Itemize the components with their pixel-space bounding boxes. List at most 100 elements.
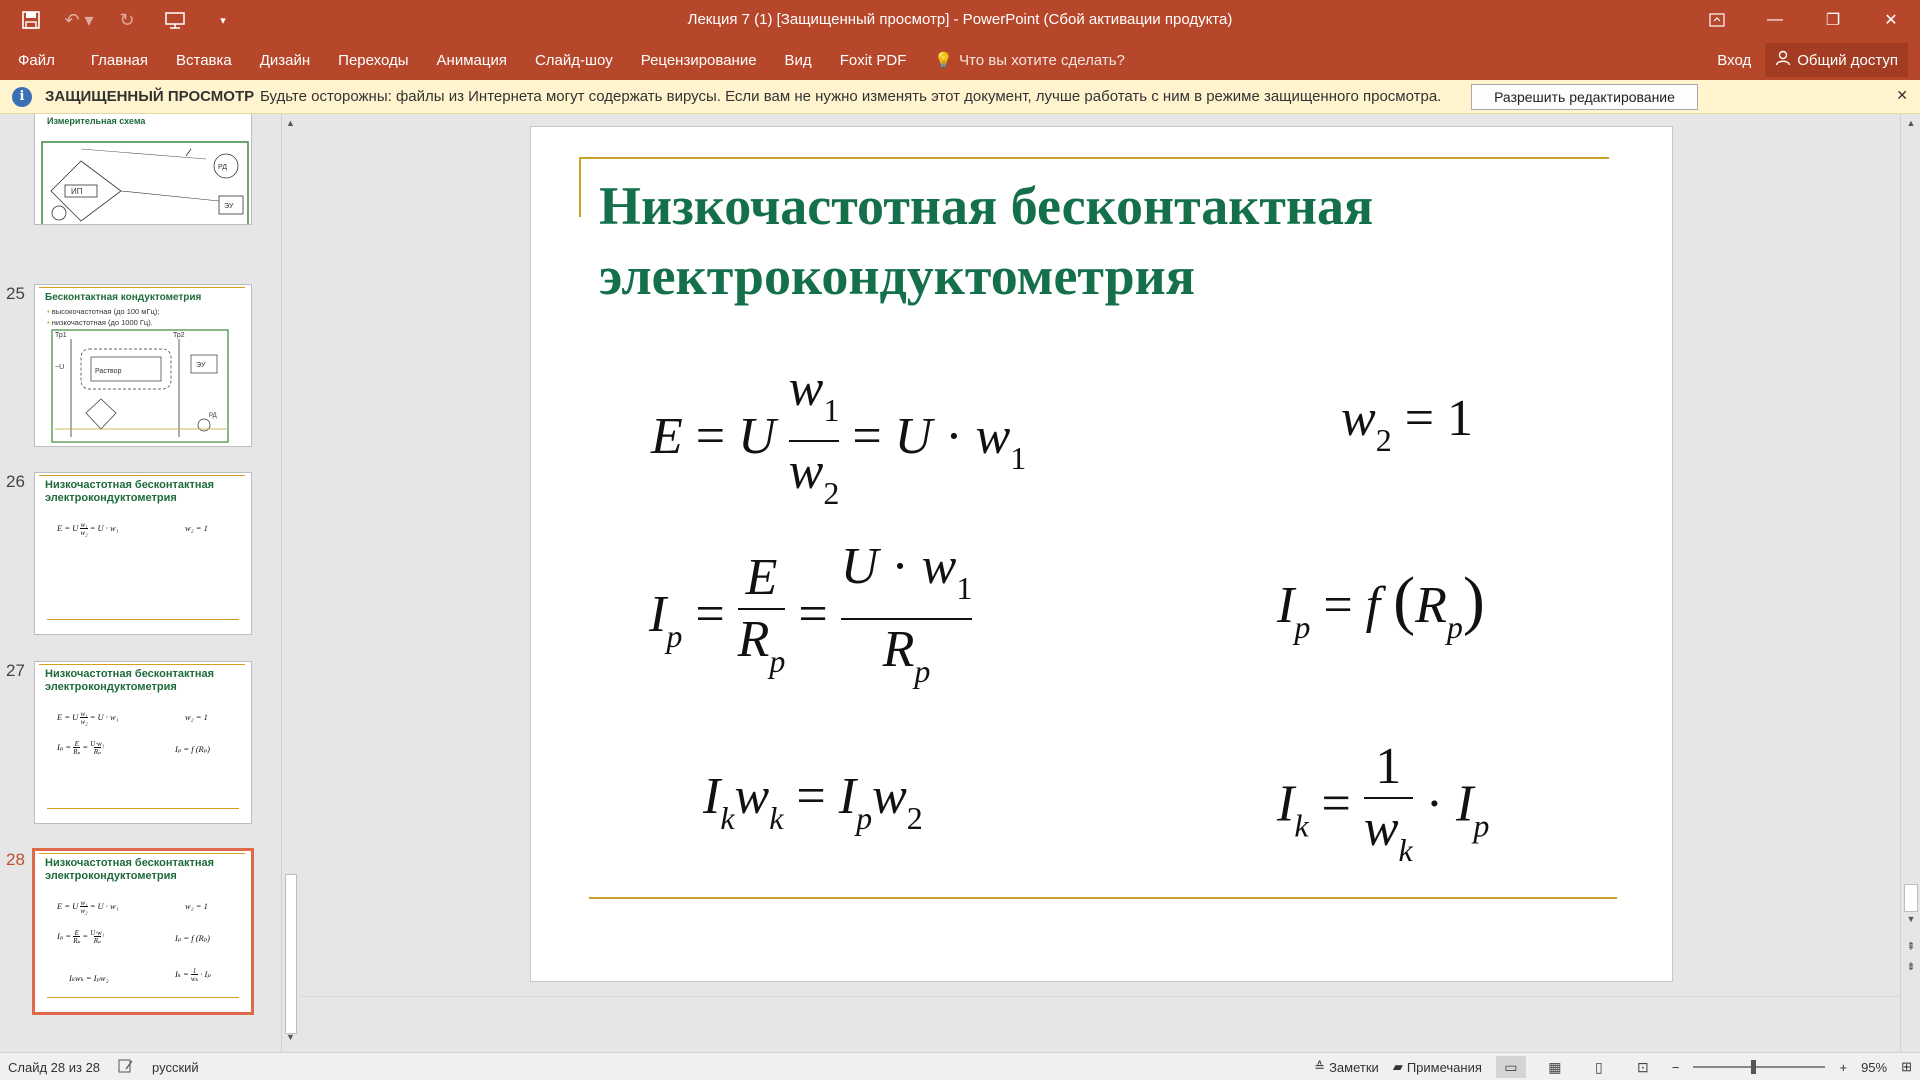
scroll-up-icon[interactable]: ▲	[284, 118, 297, 132]
slide-thumbnail-pane: Измерительная схема ИП РД ЭУ 25 Бесконта…	[0, 114, 280, 1052]
svg-text:ЭУ: ЭУ	[196, 362, 206, 369]
tab-foxit-pdf[interactable]: Foxit PDF	[826, 52, 921, 69]
formula-balance: Ikwk = Ipw2	[703, 768, 923, 836]
share-label: Общий доступ	[1797, 51, 1898, 69]
ribbon-display-options-icon[interactable]	[1688, 0, 1746, 40]
tell-me-box[interactable]: 💡 Что вы хотите сделать?	[920, 51, 1125, 70]
enable-editing-button[interactable]: Разрешить редактирование	[1471, 84, 1698, 110]
slide-title: Низкочастотная бесконтактная электроконд…	[599, 171, 1373, 311]
svg-text:Тр1: Тр1	[55, 332, 67, 339]
status-bar: Слайд 28 из 28 русский ≙ Заметки ▰ Приме…	[0, 1052, 1920, 1080]
thumbnail-scrollbar[interactable]: ▲ ▼	[281, 114, 298, 1052]
circuit-diagram-thumbnail: ИП РД ЭУ	[41, 141, 249, 224]
slide-number: 27	[6, 661, 25, 680]
minimize-icon[interactable]: —	[1746, 0, 1804, 40]
slide-number: 26	[6, 472, 25, 491]
thumbnail-slide[interactable]: Бесконтактная кондуктометрия высокочасто…	[34, 284, 252, 447]
comment-icon: ▰	[1392, 1059, 1403, 1074]
thumbnail-title: Бесконтактная кондуктометрия	[45, 292, 202, 303]
notes-label: Заметки	[1329, 1059, 1379, 1075]
title-bar: ↶ ▾ ↻ ▾ Лекция 7 (1) [Защищенный просмот…	[0, 0, 1920, 40]
scroll-up-icon[interactable]: ▲	[1904, 118, 1918, 128]
svg-text:ЭУ: ЭУ	[224, 203, 234, 210]
tab-view[interactable]: Вид	[771, 52, 826, 69]
thumbnail-slide[interactable]: Низкочастотная бесконтактная электроконд…	[34, 661, 252, 824]
tab-design[interactable]: Дизайн	[246, 52, 324, 69]
normal-view-icon[interactable]: ▭	[1495, 1056, 1526, 1078]
tab-home[interactable]: Главная	[77, 52, 162, 69]
thumbnail-slide[interactable]: Низкочастотная бесконтактная электроконд…	[34, 472, 252, 635]
svg-text:Тр2: Тр2	[173, 332, 185, 339]
thumbnail-formula: E = U w₁ w₂ = U · w₁	[57, 521, 119, 537]
lightbulb-icon: 💡	[934, 52, 954, 69]
language-indicator[interactable]: русский	[152, 1060, 199, 1075]
thumbnail-formula: Iₖwₖ = Iₚw₂	[69, 973, 109, 983]
scroll-down-icon[interactable]: ▼	[284, 1032, 297, 1046]
thumbnail-formula: E = U w₁ w₂ = U · w₁	[57, 899, 119, 915]
thumbnail-title: Измерительная схема	[47, 116, 146, 126]
sign-in-link[interactable]: Вход	[1717, 52, 1751, 69]
thumbnail-formula: Iₚ = f (Rₚ)	[175, 744, 210, 754]
svg-text:Раствор: Раствор	[95, 368, 122, 375]
close-icon[interactable]: ✕	[1862, 0, 1920, 40]
thumbnail-formula: E = U w₁ w₂ = U · w₁	[57, 710, 119, 726]
zoom-in-icon[interactable]: +	[1839, 1060, 1847, 1075]
thumbnail-title: Низкочастотная бесконтактная электроконд…	[45, 668, 215, 693]
svg-text:~U: ~U	[55, 364, 64, 371]
thumbnail-formula: w₂ = 1	[185, 523, 208, 533]
thumbnail-bullet: высокочастотная (до 100 мГц);	[47, 307, 160, 316]
svg-text:РД: РД	[218, 164, 227, 171]
formula-emf: E = U w1 w2 = U · w1	[651, 359, 1026, 523]
zoom-slider-thumb[interactable]	[1751, 1060, 1757, 1074]
slide-number: 28	[6, 850, 25, 869]
scroll-down-icon[interactable]: ▼	[1904, 914, 1918, 924]
thumbnail-title: Низкочастотная бесконтактная электроконд…	[45, 857, 215, 882]
tell-me-text: Что вы хотите сделать?	[959, 51, 1125, 69]
tab-file[interactable]: Файл	[0, 52, 77, 69]
zoom-slider[interactable]	[1693, 1056, 1826, 1078]
zoom-level[interactable]: 95%	[1861, 1060, 1887, 1075]
thumbnail-slide[interactable]: Измерительная схема ИП РД ЭУ	[34, 114, 252, 225]
formula-current-function: Ip = f (Rp)	[1277, 564, 1485, 645]
slide-scrollbar[interactable]: ▲ ▼ ⇞ ⇟	[1900, 114, 1920, 1052]
slide-sorter-icon[interactable]: ▦	[1540, 1056, 1570, 1078]
protected-view-message: Будьте осторожны: файлы из Интернета мог…	[260, 88, 1442, 105]
previous-slide-icon[interactable]: ⇞	[1904, 940, 1918, 953]
tab-insert[interactable]: Вставка	[162, 52, 246, 69]
share-button[interactable]: Общий доступ	[1765, 43, 1908, 77]
tab-transitions[interactable]: Переходы	[324, 52, 422, 69]
scrollbar-thumb[interactable]	[1904, 884, 1918, 912]
slide-title-line-1: Низкочастотная бесконтактная	[599, 176, 1374, 236]
slide-canvas[interactable]: Низкочастотная бесконтактная электроконд…	[530, 126, 1673, 982]
notes-button[interactable]: ≙ Заметки	[1314, 1059, 1379, 1075]
tab-review[interactable]: Рецензирование	[627, 52, 771, 69]
fit-to-window-icon[interactable]: ⊞	[1901, 1059, 1912, 1075]
thumbnail-slide-active[interactable]: Низкочастотная бесконтактная электроконд…	[32, 848, 254, 1015]
notes-icon: ≙	[1314, 1059, 1326, 1074]
next-slide-icon[interactable]: ⇟	[1904, 960, 1918, 973]
bottom-accent-line	[589, 897, 1617, 899]
title-accent-bar	[579, 157, 581, 217]
thumbnail-formula: Iₚ = E Rₚ = U·w₁ Rₚ	[57, 740, 105, 756]
title-accent-line	[579, 157, 1609, 159]
thumbnail-bullet: низкочастотная (до 1000 Гц).	[47, 318, 153, 327]
restore-icon[interactable]: ❐	[1804, 0, 1862, 40]
tab-slideshow[interactable]: Слайд-шоу	[521, 52, 627, 69]
tab-animations[interactable]: Анимация	[423, 52, 521, 69]
thumbnail-formula: Iₖ = 1 wₖ · Iₚ	[175, 967, 211, 983]
reading-view-icon[interactable]: ▯	[1584, 1056, 1614, 1078]
slide-number: 25	[6, 284, 25, 303]
zoom-out-icon[interactable]: −	[1672, 1060, 1680, 1075]
thumbnail-formula: Iₚ = E Rₚ = U·w₁ Rₚ	[57, 929, 105, 945]
protected-view-bar: i ЗАЩИЩЕННЫЙ ПРОСМОТР Будьте осторожны: …	[0, 80, 1920, 114]
formula-current-p: Ip = E Rp = U · w1 Rp	[649, 537, 973, 701]
comments-button[interactable]: ▰ Примечания	[1393, 1059, 1482, 1075]
protected-view-label: ЗАЩИЩЕННЫЙ ПРОСМОТР	[45, 88, 255, 105]
proofing-icon[interactable]	[118, 1059, 134, 1076]
formula-w2: w2 = 1	[1341, 390, 1474, 458]
scrollbar-thumb[interactable]	[285, 874, 297, 1034]
close-infobar-icon[interactable]: ✕	[1896, 87, 1908, 104]
slideshow-view-icon[interactable]: ⊡	[1628, 1056, 1658, 1078]
slide-title-line-2: электрокондуктометрия	[599, 246, 1195, 306]
thumbnail-title: Низкочастотная бесконтактная электроконд…	[45, 479, 215, 504]
